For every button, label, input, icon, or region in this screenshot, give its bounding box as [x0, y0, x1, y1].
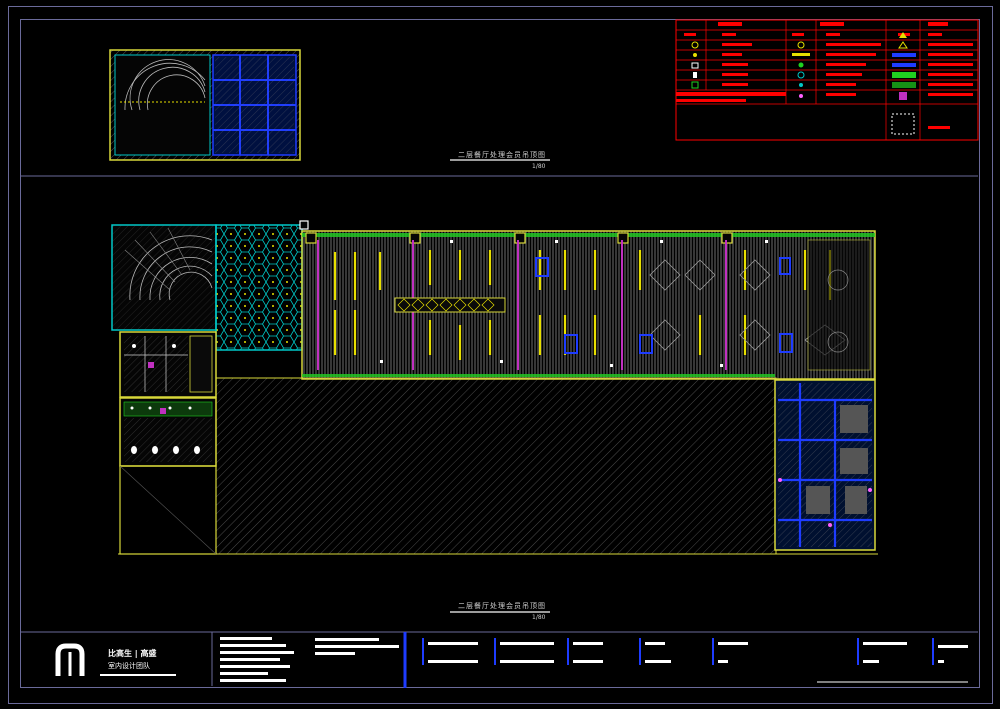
company-name: 比高生 | 高盛	[108, 649, 157, 658]
upper-plan-title: 二层餐厅处理会员吊顶图	[458, 151, 546, 159]
upper-small-plan	[109, 49, 301, 161]
legend-table	[675, 19, 979, 141]
company-team: 室内设计团队	[108, 662, 150, 670]
title-block	[100, 632, 968, 688]
lower-plan-title: 二层餐厅处理会员吊顶图	[458, 602, 546, 610]
main-floor-plan	[111, 220, 878, 555]
upper-plan-scale: 1/80	[532, 163, 546, 170]
lower-plan-scale: 1/80	[532, 614, 546, 621]
company-logo-icon	[55, 643, 85, 676]
